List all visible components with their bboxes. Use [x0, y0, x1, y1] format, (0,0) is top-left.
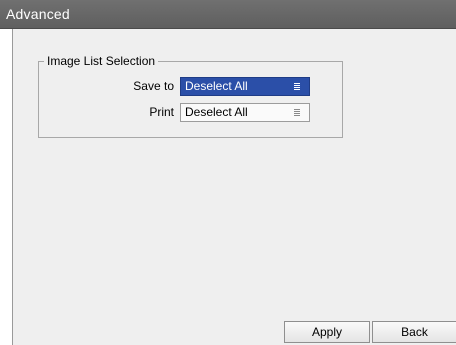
print-value: Deselect All	[185, 105, 248, 119]
apply-button[interactable]: Apply	[284, 321, 370, 343]
save-to-label: Save to	[133, 79, 174, 93]
group-title: Image List Selection	[44, 53, 159, 69]
back-button[interactable]: Back	[372, 321, 456, 343]
print-select[interactable]: Deselect All	[180, 103, 310, 122]
list-dropdown-icon	[294, 83, 300, 90]
title-bar: Advanced	[0, 0, 456, 29]
image-list-selection-group: Image List Selection Save to Deselect Al…	[38, 53, 343, 138]
print-label: Print	[149, 105, 174, 119]
save-to-select[interactable]: Deselect All	[180, 77, 310, 96]
list-dropdown-icon	[294, 109, 300, 116]
settings-panel: Image List Selection Save to Deselect Al…	[12, 29, 456, 345]
save-to-value: Deselect All	[185, 79, 248, 93]
window-title: Advanced	[6, 6, 70, 22]
